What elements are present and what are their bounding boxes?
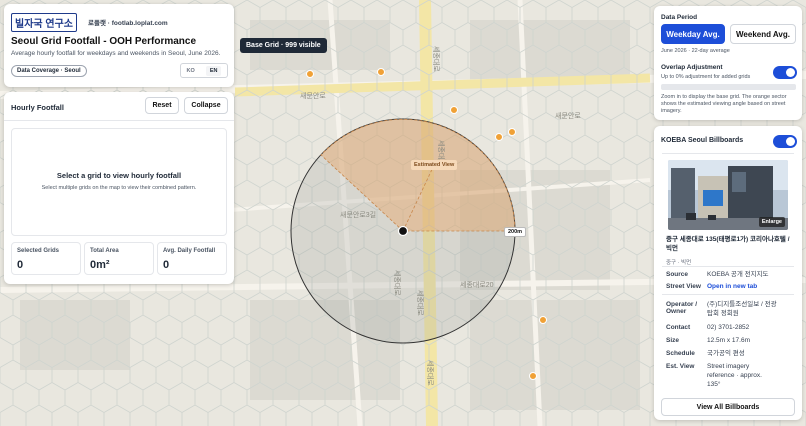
row-contact: Contact 02) 3701-2852 xyxy=(666,324,749,333)
row-operator: Operator / Owner (주)디지틀조선일보 / 전광탑회 정회원 xyxy=(666,301,777,319)
empty-state-subtitle: Select multiple grids on the map to view… xyxy=(41,185,197,191)
weekday-avg-button[interactable]: Weekday Avg. xyxy=(661,24,725,44)
view-all-billboards-button[interactable]: View All Billboards xyxy=(661,398,795,416)
street-label: 새문안로 xyxy=(555,111,581,120)
data-period-title: Data Period xyxy=(661,14,698,21)
enlarge-button[interactable]: Enlarge xyxy=(758,217,785,227)
billboards-title: KOEBA Seoul Billboards xyxy=(661,137,744,144)
divider xyxy=(662,266,794,267)
overlap-adjustment-toggle[interactable] xyxy=(773,66,797,79)
street-view-link[interactable]: Open in new tab xyxy=(707,283,757,292)
poi-marker xyxy=(495,133,503,141)
billboard-panel: KOEBA Seoul Billboards Enlarge 중구 세종대로 1… xyxy=(654,126,802,420)
stat-avg-daily-footfall: Avg. Daily Footfall 0 xyxy=(157,242,227,275)
row-size: Size 12.5m x 17.6m xyxy=(666,337,750,346)
site-link[interactable]: 로플랫 · footlab.loplat.com xyxy=(88,17,168,27)
row-est-view: Est. View Street imagery reference · app… xyxy=(666,363,777,389)
poi-marker xyxy=(377,68,385,76)
source-label: Source xyxy=(666,271,689,278)
stat-value: 0 xyxy=(17,259,24,271)
street-label: 세종대로20 xyxy=(460,280,494,289)
billboard-district: 중구 · 빅먼 xyxy=(666,260,692,266)
contact-label: Contact xyxy=(666,324,691,331)
street-label: 세종대로 xyxy=(416,290,425,316)
poi-marker xyxy=(450,106,458,114)
empty-state-title: Select a grid to view hourly footfall xyxy=(56,171,182,180)
est-view-label: Est. View xyxy=(666,363,695,370)
divider xyxy=(4,120,234,121)
data-period-panel: Data Period Weekday Avg. Weekend Avg. Ju… xyxy=(654,6,802,120)
street-label: 세종대로 xyxy=(432,46,441,72)
poi-marker xyxy=(508,128,516,136)
row-source: Source KOEBA 공개 전지지도 xyxy=(666,271,769,280)
reset-button[interactable]: Reset xyxy=(145,97,179,114)
size-value: 12.5m x 17.6m xyxy=(707,337,750,344)
page-title: Seoul Grid Footfall - OOH Performance xyxy=(11,36,197,47)
schedule-value: 국가공익 편성 xyxy=(707,350,745,357)
stat-total-area: Total Area 0m² xyxy=(84,242,154,275)
coverage-badge: Data Coverage · Seoul xyxy=(11,65,87,77)
header-panel: 빌자국 연구소 로플랫 · footlab.loplat.com Seoul G… xyxy=(4,4,234,87)
overlap-title: Overlap Adjustment xyxy=(661,64,723,71)
logo: 빌자국 연구소 xyxy=(11,13,77,32)
map-help-text: Zoom in to display the base grid. The or… xyxy=(661,94,787,115)
street-label: 세종대로 xyxy=(393,270,402,296)
billboard-photo[interactable]: Enlarge xyxy=(668,160,788,230)
street-label: 새문안로3길 xyxy=(340,210,376,219)
lang-ko-button[interactable]: KO xyxy=(187,68,195,74)
overlap-slider-track[interactable] xyxy=(661,84,796,90)
operator-label: Operator / Owner xyxy=(666,301,698,315)
source-value: KOEBA 공개 전지지도 xyxy=(707,271,769,278)
stat-value: 0m² xyxy=(90,259,110,271)
lang-en-button[interactable]: EN xyxy=(205,65,222,76)
weekend-avg-button[interactable]: Weekend Avg. xyxy=(730,24,796,44)
language-switch[interactable]: KO EN xyxy=(180,63,228,78)
size-label: Size xyxy=(666,337,680,344)
row-schedule: Schedule 국가공익 편성 xyxy=(666,350,745,359)
page-subtitle: Average hourly footfall for weekdays and… xyxy=(11,50,221,57)
estimated-view-label: Estimated View xyxy=(411,160,458,170)
overlap-subtitle: Up to 0% adjustment for added grids xyxy=(661,74,751,80)
stat-label: Avg. Daily Footfall xyxy=(163,248,216,254)
hourly-title: Hourly Footfall xyxy=(11,103,64,112)
schedule-label: Schedule xyxy=(666,350,695,357)
period-note: June 2026 · 22-day average xyxy=(661,48,730,54)
stat-value: 0 xyxy=(163,259,170,271)
billboard-address: 중구 세종대로 135(태평로1가) 코리아나호텔 / 빅먼 xyxy=(666,236,790,252)
divider xyxy=(662,294,794,295)
row-street-view: Street View Open in new tab xyxy=(666,283,757,292)
operator-value: (주)디지틀조선일보 / 전광탑회 정회원 xyxy=(707,301,777,317)
street-label: 새문안로 xyxy=(300,91,326,100)
stat-label: Total Area xyxy=(90,248,119,254)
billboards-toggle[interactable] xyxy=(773,135,797,148)
stat-selected-grids: Selected Grids 0 xyxy=(11,242,81,275)
poi-marker xyxy=(529,372,537,380)
stat-label: Selected Grids xyxy=(17,248,60,254)
hourly-footfall-panel: Hourly Footfall Reset Collapse Select a … xyxy=(4,92,234,284)
contact-value: 02) 3701-2852 xyxy=(707,324,750,331)
collapse-button[interactable]: Collapse xyxy=(184,97,228,114)
est-view-value: Street imagery reference · approx. 135° xyxy=(707,363,762,388)
poi-marker xyxy=(306,70,314,78)
base-grid-tooltip: Base Grid · 999 visible xyxy=(240,38,327,53)
radius-label: 200m xyxy=(504,227,527,237)
hourly-chart-placeholder: Select a grid to view hourly footfall Se… xyxy=(11,128,227,236)
divider xyxy=(662,153,794,154)
street-label: 세종대로 xyxy=(426,360,435,386)
street-view-label: Street View xyxy=(666,283,701,290)
poi-marker xyxy=(539,316,547,324)
